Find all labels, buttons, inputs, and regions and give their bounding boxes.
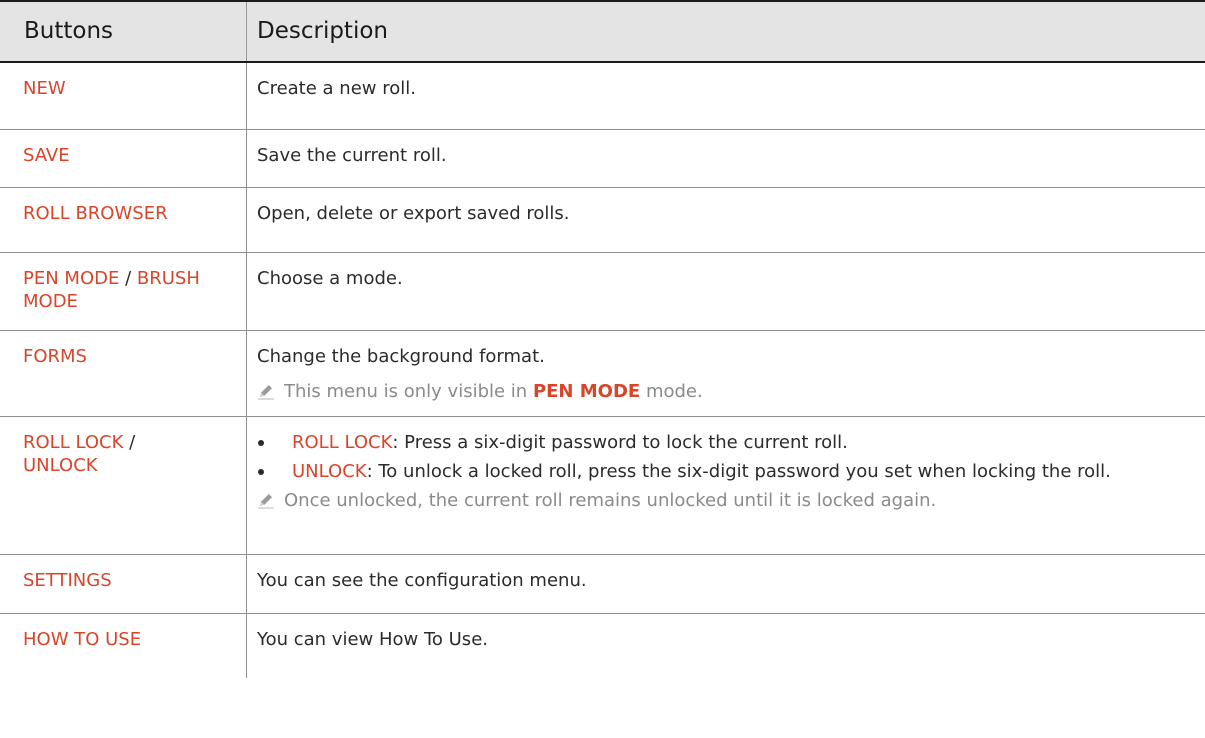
note: Once unlocked, the current roll remains … bbox=[257, 489, 1187, 512]
table-row: HOW TO USE You can view How To Use. bbox=[0, 614, 1205, 678]
note-text-pre: This menu is only visible in bbox=[284, 381, 533, 402]
column-divider bbox=[246, 253, 247, 330]
column-divider bbox=[246, 188, 247, 252]
note-text: Once unlocked, the current roll remains … bbox=[284, 490, 937, 511]
description-roll-lock-unlock: ROLL LOCK: Press a six-digit password to… bbox=[257, 431, 1187, 512]
table-row: ROLL BROWSER Open, delete or export save… bbox=[0, 188, 1205, 253]
column-divider bbox=[246, 63, 247, 129]
button-name-new: NEW bbox=[23, 78, 66, 99]
description-forms-text: Change the background format. bbox=[257, 346, 545, 367]
table-row: PEN MODE / BRUSH MODE Choose a mode. bbox=[0, 253, 1205, 331]
buttons-table: Buttons Description NEW Create a new rol… bbox=[0, 0, 1205, 678]
note-text-post: mode. bbox=[640, 381, 703, 402]
button-name-separator: / bbox=[119, 268, 137, 289]
table-row: SETTINGS You can see the configuration m… bbox=[0, 555, 1205, 614]
table-row: ROLL LOCK / UNLOCK ROLL LOCK: Press a si… bbox=[0, 417, 1205, 555]
button-name-roll-browser: ROLL BROWSER bbox=[23, 203, 168, 224]
header-divider bbox=[246, 2, 247, 61]
button-name-save: SAVE bbox=[23, 145, 70, 166]
table-row: NEW Create a new roll. bbox=[0, 63, 1205, 130]
bullet-text: : Press a six-digit password to lock the… bbox=[392, 432, 848, 453]
button-name-separator: / bbox=[123, 432, 136, 453]
bullet-icon bbox=[258, 469, 264, 475]
list-item: ROLL LOCK: Press a six-digit password to… bbox=[257, 431, 1187, 454]
description-how-to-use: You can view How To Use. bbox=[257, 629, 488, 650]
column-divider bbox=[246, 331, 247, 416]
button-name-settings: SETTINGS bbox=[23, 570, 112, 591]
bullet-text: : To unlock a locked roll, press the six… bbox=[366, 461, 1111, 482]
table-row: SAVE Save the current roll. bbox=[0, 130, 1205, 188]
button-name-pen-brush-mode: PEN MODE / BRUSH MODE bbox=[23, 267, 238, 313]
header-description: Description bbox=[257, 18, 388, 44]
bullet-highlight-roll-lock: ROLL LOCK bbox=[292, 432, 393, 453]
column-divider bbox=[246, 555, 247, 613]
button-name-unlock: UNLOCK bbox=[23, 455, 98, 476]
column-divider bbox=[246, 614, 247, 678]
header-buttons: Buttons bbox=[24, 18, 114, 44]
note: This menu is only visible in PEN MODE mo… bbox=[257, 380, 1187, 403]
button-name-roll-lock: ROLL LOCK bbox=[23, 432, 124, 453]
description-settings: You can see the configuration menu. bbox=[257, 570, 587, 591]
bullet-icon bbox=[258, 440, 264, 446]
table-row: FORMS Change the background format. This… bbox=[0, 331, 1205, 417]
list-item: UNLOCK: To unlock a locked roll, press t… bbox=[257, 460, 1187, 483]
pencil-note-icon bbox=[258, 385, 274, 400]
button-name-forms: FORMS bbox=[23, 346, 87, 367]
description-new: Create a new roll. bbox=[257, 78, 416, 99]
button-name-how-to-use: HOW TO USE bbox=[23, 629, 142, 650]
bullet-highlight-unlock: UNLOCK bbox=[292, 461, 367, 482]
description-roll-browser: Open, delete or export saved rolls. bbox=[257, 203, 570, 224]
description-save: Save the current roll. bbox=[257, 145, 447, 166]
description-forms: Change the background format. This menu … bbox=[257, 345, 1187, 403]
column-divider bbox=[246, 417, 247, 554]
description-pen-brush-mode: Choose a mode. bbox=[257, 268, 403, 289]
button-name-roll-lock-unlock: ROLL LOCK / UNLOCK bbox=[23, 431, 238, 477]
pencil-note-icon bbox=[258, 494, 274, 509]
table-header: Buttons Description bbox=[0, 0, 1205, 63]
column-divider bbox=[246, 130, 247, 187]
bullet-list: ROLL LOCK: Press a six-digit password to… bbox=[257, 431, 1187, 483]
button-name-pen-mode: PEN MODE bbox=[23, 268, 120, 289]
note-highlight-pen-mode: PEN MODE bbox=[532, 381, 641, 402]
